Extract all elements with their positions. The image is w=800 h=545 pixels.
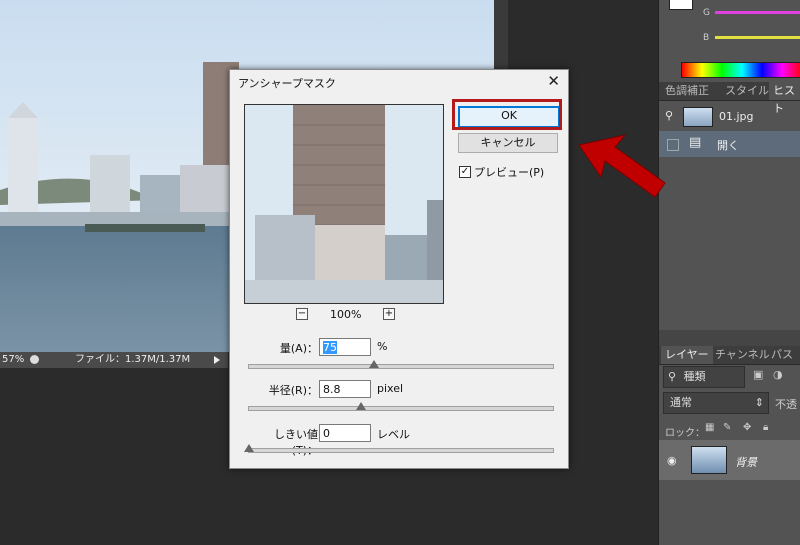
filter-adjust-icon[interactable]: ◑ <box>773 368 783 381</box>
lock-move-icon[interactable]: ✥ <box>743 422 751 433</box>
adjustments-tabbar: 色調補正 スタイル ヒスト <box>659 82 800 115</box>
panel-divider <box>659 330 800 346</box>
radius-input[interactable]: 8.8 <box>319 380 371 398</box>
threshold-slider-thumb[interactable] <box>244 444 254 452</box>
preview-checkbox-label: プレビュー(P) <box>474 166 545 179</box>
opacity-label: 不透 <box>775 398 797 411</box>
filter-kind-value: 種類 <box>683 370 706 383</box>
unsharp-mask-dialog: アンシャープマスク ✕ − 100% + OK キャンセル ✓ プレビュー(P)… <box>229 69 569 469</box>
tab-styles[interactable]: スタイル <box>721 82 773 100</box>
amount-unit: % <box>377 340 388 353</box>
layer-thumbnail <box>691 446 727 474</box>
b-slider-bar[interactable] <box>715 36 800 39</box>
lock-label: ロック： <box>665 428 705 439</box>
right-panels: G B 色調補正 スタイル ヒスト ⚲ 01.jpg ▤ 開く レイヤー チャン… <box>658 0 800 545</box>
status-file-size: ファイル：1.37M/1.37M <box>75 354 191 365</box>
lock-transparent-icon[interactable]: ▦ <box>705 422 714 433</box>
history-snapshot[interactable]: ⚲ 01.jpg <box>659 104 800 130</box>
blend-mode-select[interactable]: 通常 ⇕ <box>663 392 769 414</box>
threshold-slider-track[interactable] <box>248 448 554 453</box>
radius-value: 8.8 <box>323 383 341 396</box>
close-icon[interactable]: ✕ <box>547 72 560 90</box>
visibility-eye-icon[interactable]: ◉ <box>667 454 677 467</box>
zoom-in-button[interactable]: + <box>383 308 395 320</box>
history-doc-icon: ▤ <box>689 135 702 150</box>
filter-image-icon[interactable]: ▣ <box>753 368 763 381</box>
threshold-label: しきい値(T)： <box>274 428 318 457</box>
amount-value: 75 <box>323 341 337 354</box>
zoom-out-button[interactable]: − <box>296 308 308 320</box>
blend-dropdown-icon: ⇕ <box>754 396 764 409</box>
threshold-unit: レベル <box>377 428 410 441</box>
amount-slider-track[interactable] <box>248 364 554 369</box>
tab-history[interactable]: ヒスト <box>769 82 800 115</box>
history-brush-icon: ⚲ <box>665 109 674 122</box>
threshold-value: 0 <box>323 427 330 440</box>
snapshot-name: 01.jpg <box>719 110 754 123</box>
color-label-b: B <box>703 33 710 43</box>
history-step-label: 開く <box>717 139 739 152</box>
snapshot-thumbnail <box>683 107 713 127</box>
foreground-color-swatch[interactable] <box>669 0 693 10</box>
tab-channels[interactable]: チャンネル <box>711 346 774 364</box>
radius-slider-thumb[interactable] <box>356 402 367 410</box>
preview-photo <box>245 105 443 303</box>
layer-filter-select[interactable]: ⚲ 種類 <box>663 366 745 388</box>
status-info-icon[interactable] <box>30 355 39 364</box>
tab-paths[interactable]: パス <box>767 346 797 364</box>
color-label-g: G <box>703 8 710 18</box>
annotation-arrow-icon <box>578 134 666 198</box>
threshold-input[interactable]: 0 <box>319 424 371 442</box>
amount-label: 量(A)： <box>279 342 318 355</box>
cancel-button[interactable]: キャンセル <box>458 133 558 153</box>
radius-slider-track[interactable] <box>248 406 554 411</box>
layer-name: 背景 <box>735 456 757 469</box>
amount-input[interactable]: 75 <box>319 338 371 356</box>
preview-zoom-level: 100% <box>330 308 362 321</box>
tab-adjustments[interactable]: 色調補正 <box>661 82 713 100</box>
lock-all-icon[interactable]: 🔒︎ <box>763 422 768 433</box>
status-bar: 57% ファイル：1.37M/1.37M <box>0 352 228 368</box>
status-zoom: 57% <box>2 354 25 365</box>
color-slider-g[interactable]: G <box>703 8 800 18</box>
lock-paint-icon[interactable]: ✎ <box>723 422 731 433</box>
status-menu-arrow-icon[interactable] <box>214 356 220 364</box>
color-slider-b[interactable]: B <box>703 33 800 43</box>
radius-unit: pixel <box>377 382 404 395</box>
tab-layers[interactable]: レイヤー <box>661 346 713 364</box>
radius-label: 半径(R)： <box>268 384 318 397</box>
layers-tabbar: レイヤー チャンネル パス <box>659 346 800 365</box>
layer-background[interactable]: ◉ 背景 <box>659 440 800 480</box>
color-spectrum[interactable] <box>681 62 800 78</box>
history-step-open[interactable]: ▤ 開く <box>659 131 800 157</box>
ok-highlight-box <box>452 99 562 130</box>
preview-checkbox[interactable]: ✓ <box>459 166 471 178</box>
amount-slider-thumb[interactable] <box>368 360 379 368</box>
blend-mode-value: 通常 <box>670 396 692 409</box>
filter-preview[interactable] <box>244 104 444 304</box>
filter-search-icon: ⚲ <box>668 370 677 383</box>
dialog-title: アンシャープマスク <box>238 77 336 90</box>
g-slider-bar[interactable] <box>715 11 800 14</box>
